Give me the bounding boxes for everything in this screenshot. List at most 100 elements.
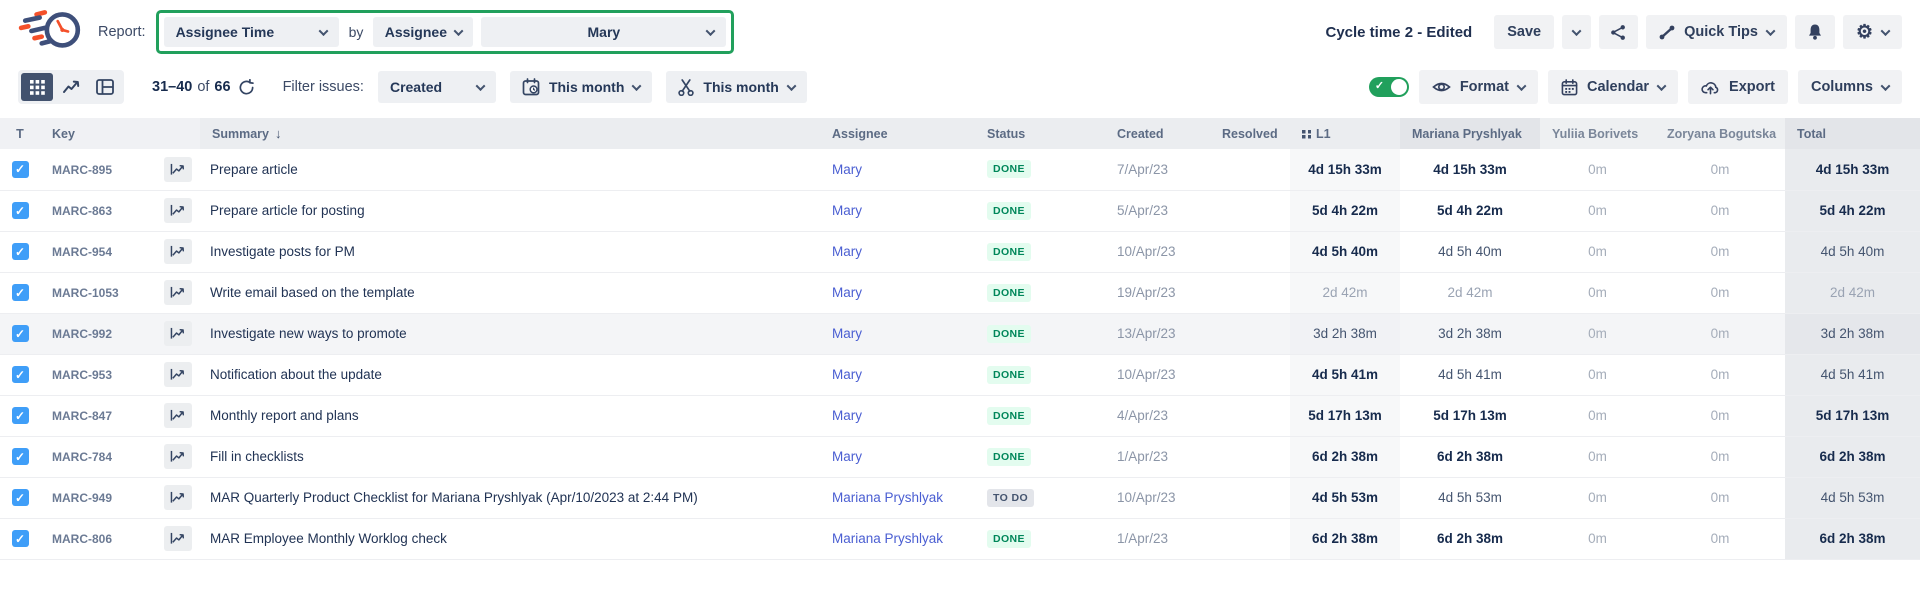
row-checkbox[interactable]: ✓: [12, 366, 29, 383]
assignee-link[interactable]: Mariana Pryshlyak: [832, 531, 943, 546]
assignee-link[interactable]: Mary: [832, 408, 862, 423]
chevron-down-icon: [318, 26, 328, 36]
color-format-toggle[interactable]: ✓: [1369, 77, 1409, 97]
chart-view-button[interactable]: [55, 73, 87, 101]
row-chart-button[interactable]: [164, 362, 192, 387]
mariana-time-cell: 4d 5h 40m: [1400, 231, 1540, 272]
row-checkbox[interactable]: ✓: [12, 202, 29, 219]
total-time-cell: 5d 17h 13m: [1785, 395, 1920, 436]
column-header-key[interactable]: Key: [40, 118, 155, 149]
issue-key[interactable]: MARC-847: [52, 409, 112, 423]
row-checkbox[interactable]: ✓: [12, 161, 29, 178]
format-button[interactable]: Format: [1419, 70, 1538, 104]
issue-summary: Prepare article: [200, 149, 820, 190]
save-options-button[interactable]: [1562, 15, 1591, 49]
group-value-select[interactable]: Mary: [481, 17, 726, 47]
row-checkbox[interactable]: ✓: [12, 325, 29, 342]
yuliia-time-cell: 0m: [1540, 272, 1655, 313]
row-chart-button[interactable]: [164, 280, 192, 305]
drag-grip-icon[interactable]: [1302, 130, 1311, 139]
issue-key[interactable]: MARC-949: [52, 491, 112, 505]
issue-summary: Monthly report and plans: [200, 395, 820, 436]
table-row: ✓MARC-847Monthly report and plansMaryDON…: [0, 395, 1920, 436]
assignee-link[interactable]: Mary: [832, 285, 862, 300]
issue-key[interactable]: MARC-953: [52, 368, 112, 382]
row-checkbox[interactable]: ✓: [12, 530, 29, 547]
assignee-link[interactable]: Mary: [832, 326, 862, 341]
row-checkbox[interactable]: ✓: [12, 489, 29, 506]
row-checkbox[interactable]: ✓: [12, 243, 29, 260]
grid-view-button[interactable]: [21, 73, 53, 101]
save-button[interactable]: Save: [1494, 15, 1554, 49]
assignee-link[interactable]: Mary: [832, 367, 862, 382]
row-chart-button[interactable]: [164, 403, 192, 428]
assignee-link[interactable]: Mary: [832, 449, 862, 464]
zoryana-time-cell: 0m: [1655, 149, 1785, 190]
total-time-cell: 6d 2h 38m: [1785, 436, 1920, 477]
column-header-resolved[interactable]: Resolved: [1210, 118, 1290, 149]
issue-chart-icon: [170, 532, 185, 545]
l1-time-cell: 2d 42m: [1290, 272, 1400, 313]
gear-icon: ⚙: [1856, 23, 1873, 42]
issue-key[interactable]: MARC-806: [52, 532, 112, 546]
filter-field-select[interactable]: Created: [378, 71, 496, 103]
refresh-button[interactable]: [238, 79, 255, 96]
row-checkbox[interactable]: ✓: [12, 448, 29, 465]
report-type-select[interactable]: Assignee Time: [164, 17, 339, 47]
group-by-select[interactable]: Assignee: [373, 17, 473, 47]
zoryana-time-cell: 0m: [1655, 477, 1785, 518]
report-selector-group: Assignee Time by Assignee Mary: [156, 10, 735, 54]
yuliia-time-cell: 0m: [1540, 395, 1655, 436]
column-header-mariana[interactable]: Mariana Pryshlyak: [1400, 118, 1540, 149]
column-header-assignee[interactable]: Assignee: [820, 118, 975, 149]
notifications-button[interactable]: [1795, 15, 1835, 49]
assignee-link[interactable]: Mary: [832, 162, 862, 177]
issue-key[interactable]: MARC-863: [52, 204, 112, 218]
share-button[interactable]: [1599, 15, 1638, 49]
quick-tips-button[interactable]: Quick Tips: [1646, 15, 1787, 49]
column-header-created[interactable]: Created: [1105, 118, 1210, 149]
chevron-down-icon: [1517, 81, 1527, 91]
issue-chart-icon: [170, 286, 185, 299]
row-chart-button[interactable]: [164, 198, 192, 223]
column-header-total[interactable]: Total: [1785, 118, 1920, 149]
resolved-period-select[interactable]: This month: [666, 71, 806, 103]
column-header-status[interactable]: Status: [975, 118, 1105, 149]
settings-button[interactable]: ⚙: [1843, 15, 1902, 49]
issue-key[interactable]: MARC-954: [52, 245, 112, 259]
grid-icon: [30, 80, 45, 95]
board-view-button[interactable]: [89, 73, 121, 101]
column-header-l1[interactable]: L1: [1290, 118, 1400, 149]
assignee-link[interactable]: Mary: [832, 203, 862, 218]
l1-time-cell: 6d 2h 38m: [1290, 518, 1400, 559]
row-chart-button[interactable]: [164, 157, 192, 182]
issue-key[interactable]: MARC-895: [52, 163, 112, 177]
row-checkbox[interactable]: ✓: [12, 284, 29, 301]
status-badge: DONE: [987, 448, 1031, 466]
columns-button[interactable]: Columns: [1798, 70, 1902, 104]
resolved-date: [1210, 436, 1290, 477]
issue-summary: Write email based on the template: [200, 272, 820, 313]
bell-icon: [1806, 23, 1824, 41]
assignee-link[interactable]: Mariana Pryshlyak: [832, 490, 943, 505]
row-chart-button[interactable]: [164, 321, 192, 346]
row-chart-button[interactable]: [164, 239, 192, 264]
calendar-button[interactable]: Calendar: [1548, 70, 1678, 104]
row-checkbox[interactable]: ✓: [12, 407, 29, 424]
row-chart-button[interactable]: [164, 444, 192, 469]
issue-key[interactable]: MARC-784: [52, 450, 112, 464]
row-chart-button[interactable]: [164, 485, 192, 510]
column-header-yuliia[interactable]: Yuliia Borivets: [1540, 118, 1655, 149]
column-header-zoryana[interactable]: Zoryana Bogutska: [1655, 118, 1785, 149]
created-period-select[interactable]: This month: [510, 71, 652, 103]
issue-key[interactable]: MARC-1053: [52, 286, 119, 300]
export-button[interactable]: Export: [1688, 70, 1788, 104]
zoryana-time-cell: 0m: [1655, 190, 1785, 231]
issue-key[interactable]: MARC-992: [52, 327, 112, 341]
column-header-summary[interactable]: Summary↓: [200, 118, 820, 149]
row-chart-button[interactable]: [164, 526, 192, 551]
top-bar: Report: Assignee Time by Assignee Mary C…: [0, 0, 1920, 64]
board-layout-icon: [96, 79, 114, 95]
assignee-link[interactable]: Mary: [832, 244, 862, 259]
created-date: 7/Apr/23: [1105, 149, 1210, 190]
